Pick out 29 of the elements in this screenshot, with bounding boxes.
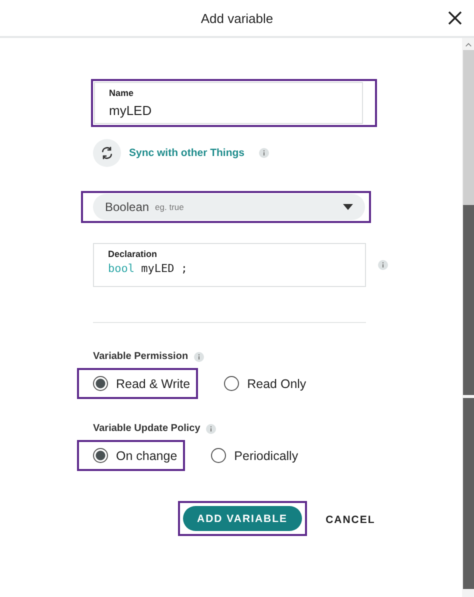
declaration-code: bool myLED ;	[108, 262, 188, 275]
radio-option[interactable]: On change	[93, 448, 178, 463]
radio-button[interactable]	[93, 448, 108, 463]
scrollbar-thumb[interactable]	[462, 205, 474, 395]
add-button[interactable]: ADD VARIABLE	[183, 506, 302, 531]
section-label: Variable Permission	[93, 351, 188, 362]
scroll-up-icon[interactable]	[464, 42, 472, 47]
scrollbar-thumb[interactable]	[462, 398, 474, 589]
dialog-title: Add variable	[200, 10, 274, 26]
type-dropdown[interactable]: Boolean eg. true	[93, 194, 365, 220]
info-icon[interactable]	[378, 260, 388, 270]
cancel-button[interactable]: CANCEL	[318, 514, 384, 526]
info-icon[interactable]	[258, 148, 269, 158]
close-icon[interactable]	[448, 11, 462, 25]
radio-option[interactable]: Periodically	[211, 448, 298, 463]
radio-option[interactable]: Read Only	[224, 376, 306, 391]
section-label: Variable Update Policy	[93, 423, 200, 434]
name-field[interactable]: Name myLED	[94, 82, 363, 124]
radio-button[interactable]	[93, 376, 108, 391]
sync-link[interactable]: Sync with other Things	[129, 147, 245, 159]
radio-option[interactable]: Read & Write	[93, 376, 190, 391]
caret-icon	[343, 204, 353, 210]
declaration-box: Declaration bool myLED ;	[93, 243, 366, 287]
info-icon[interactable]	[206, 424, 216, 434]
info-icon[interactable]	[194, 352, 204, 362]
sync-icon[interactable]	[93, 139, 121, 167]
scrollbar[interactable]	[462, 38, 474, 597]
radio-button[interactable]	[224, 376, 240, 391]
radio-button[interactable]	[211, 448, 226, 463]
